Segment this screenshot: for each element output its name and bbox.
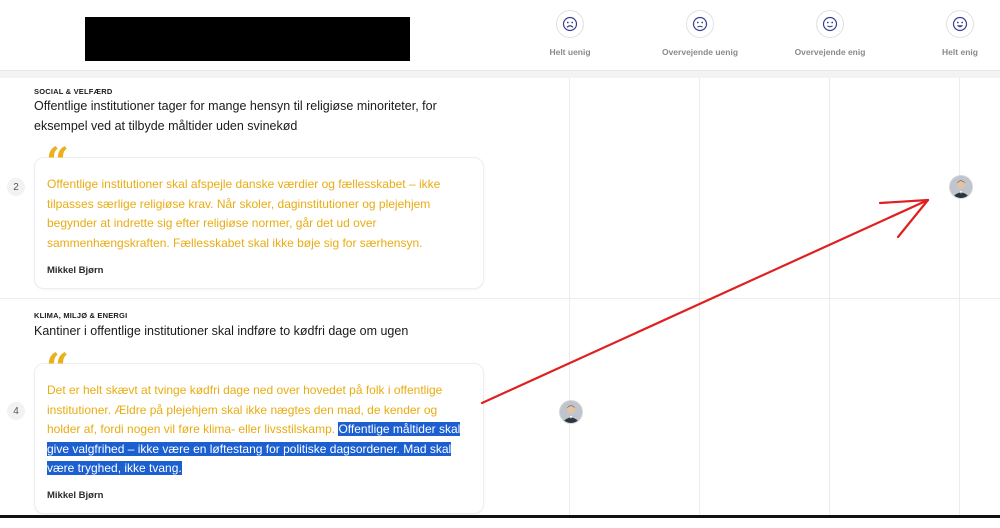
annotation-arrow-icon (480, 198, 930, 405)
bottom-border (0, 515, 1000, 528)
